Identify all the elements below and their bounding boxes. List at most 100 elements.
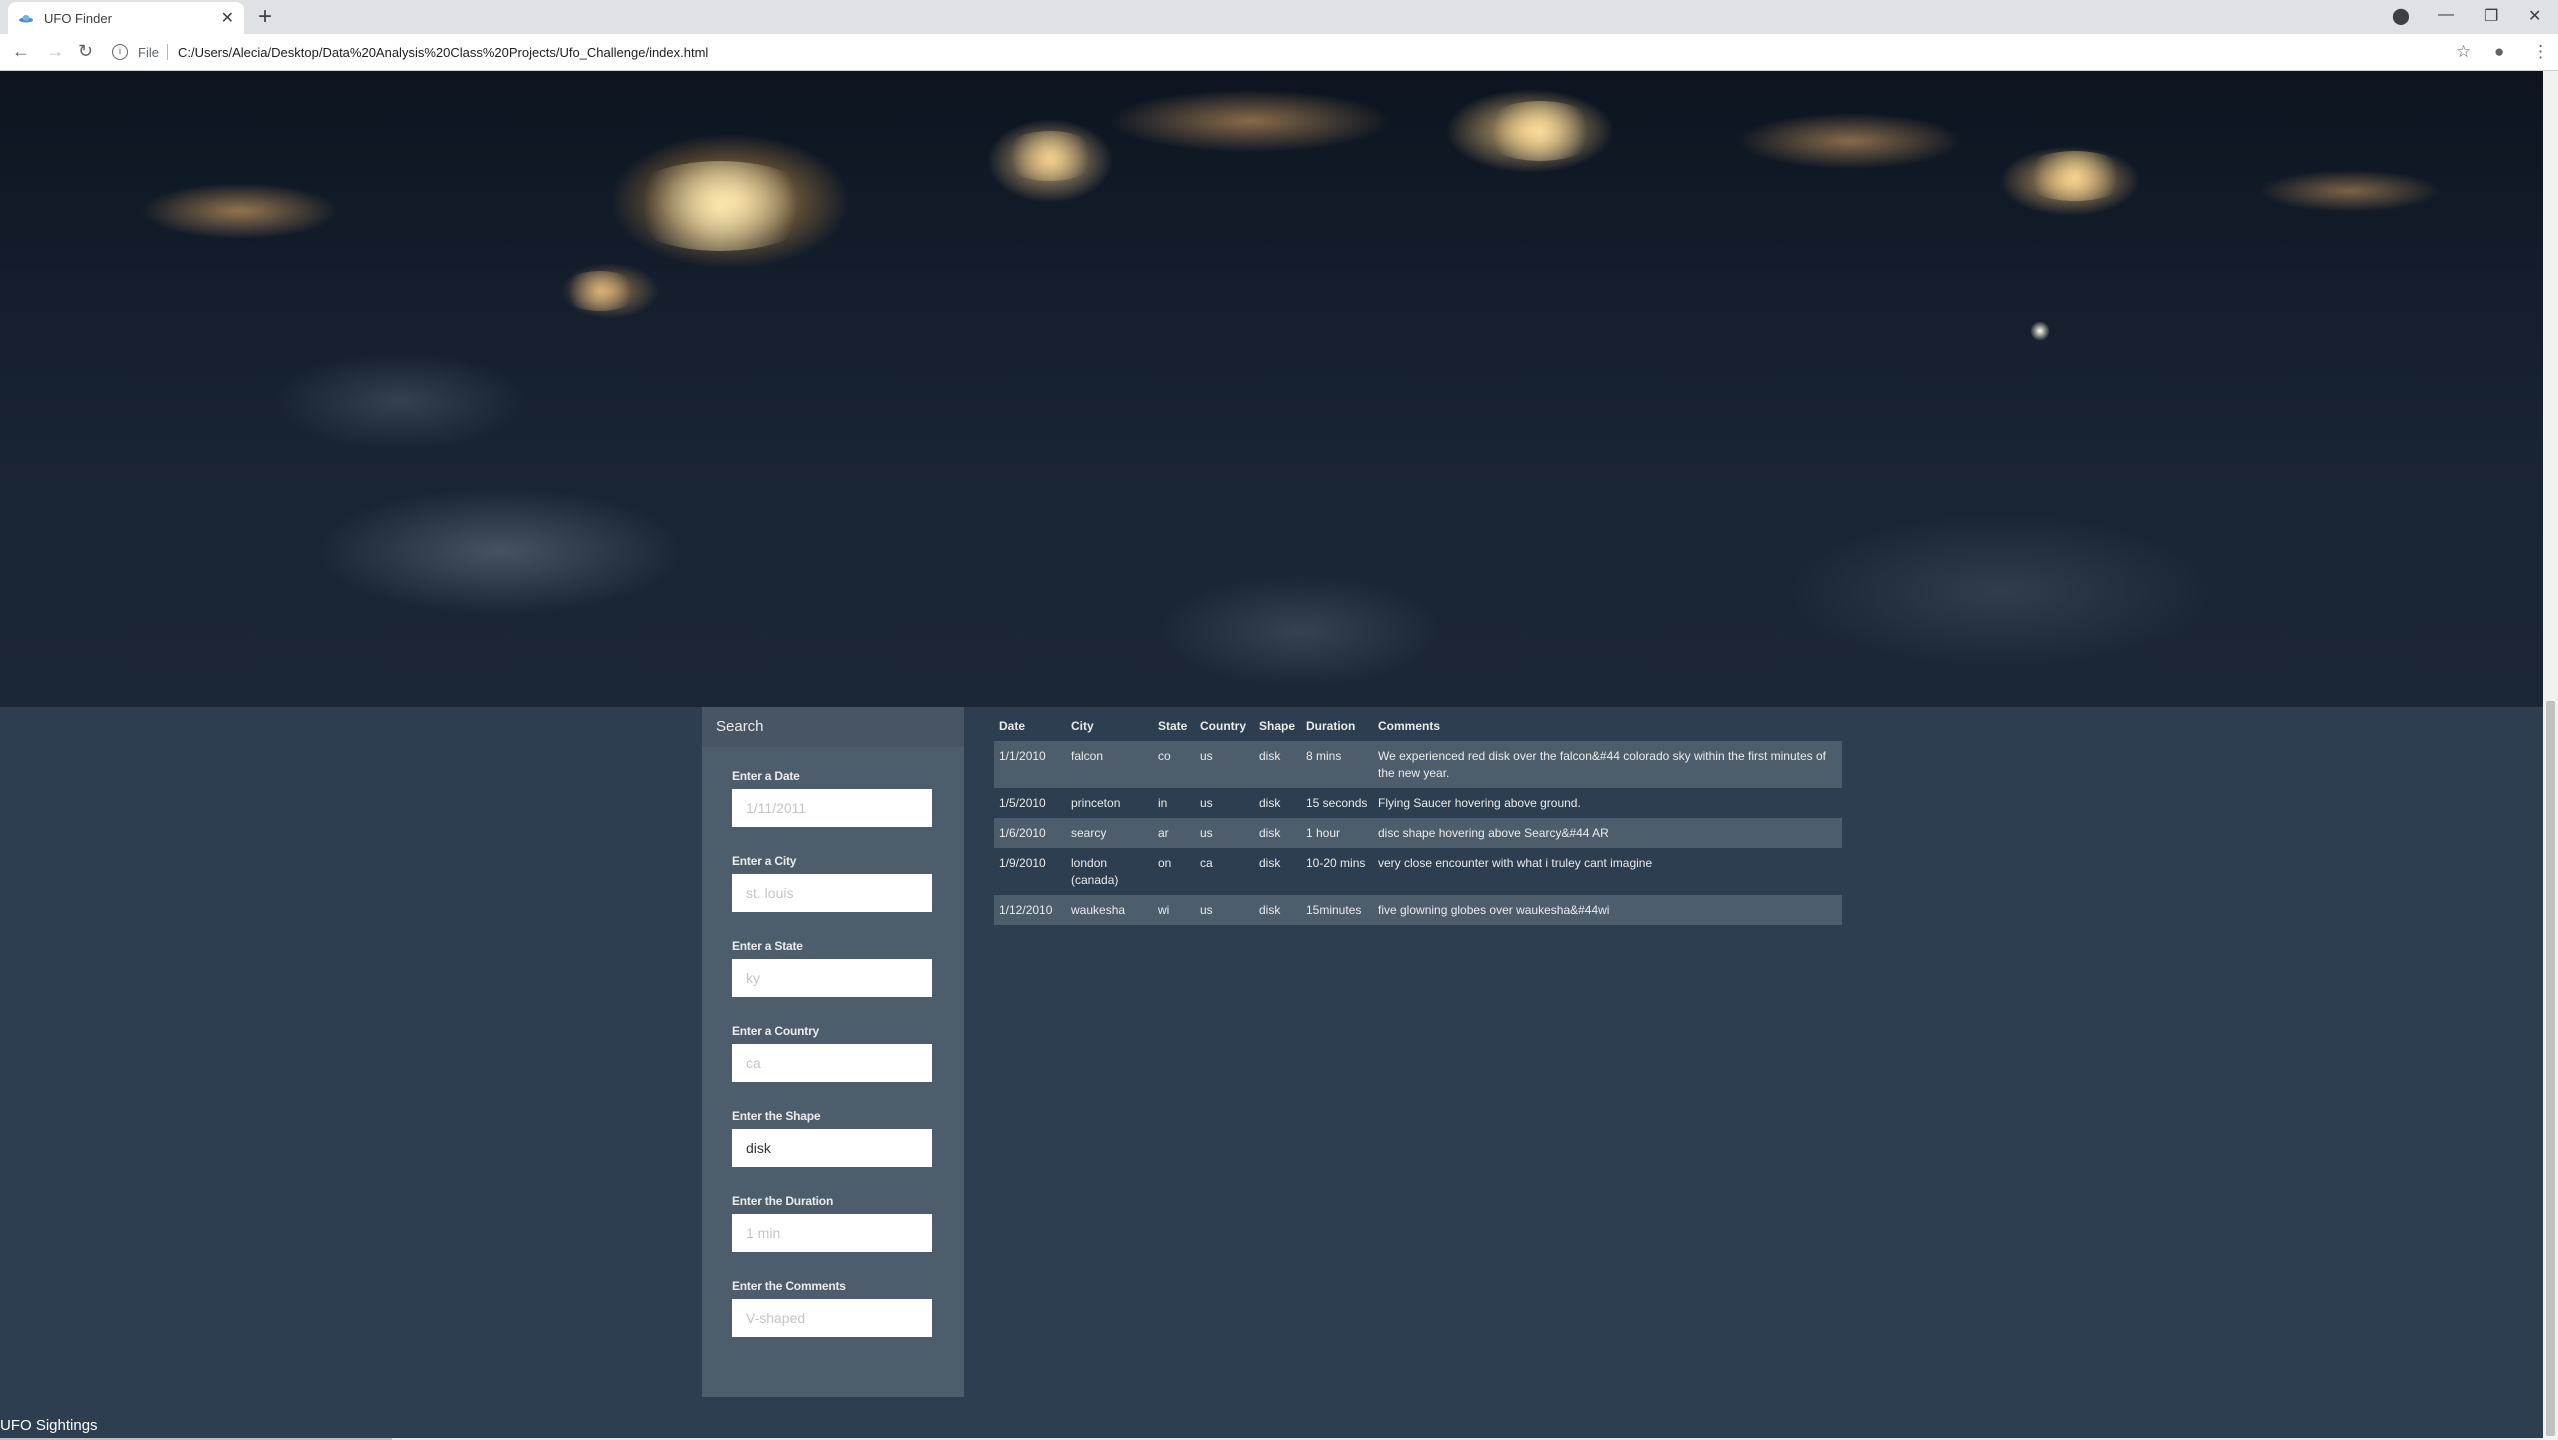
tab-bar: UFO Finder ✕ + ⬤ — ❐ ✕ [0, 0, 2558, 34]
restore-icon[interactable]: ❐ [2484, 6, 2498, 26]
col-city: City [1071, 719, 1094, 733]
profile-dropdown-icon[interactable]: ⬤ [2392, 6, 2410, 26]
back-arrow-icon[interactable]: ← [12, 41, 30, 62]
page-viewport: Search Enter a Date Enter a City Enter a… [0, 71, 2543, 1440]
cell-comments: disc shape hovering above Searcy&#44 AR [1373, 818, 1842, 848]
cell-shape: disk [1254, 741, 1301, 788]
cell-comments: very close encounter with what i truley … [1378, 856, 1653, 870]
account-icon[interactable]: ● [2494, 42, 2504, 62]
country-input[interactable] [732, 1044, 932, 1082]
table-header-row: Date City State Country Shape Duration C… [994, 707, 1842, 741]
cell-shape: disk [1254, 895, 1301, 925]
cell-state: ar [1153, 818, 1195, 848]
cell-date: 1/12/2010 [994, 895, 1066, 925]
shape-input[interactable] [732, 1129, 932, 1167]
cell-state: co [1153, 741, 1195, 788]
col-date: Date [999, 719, 1026, 733]
cell-country: us [1195, 741, 1254, 788]
cell-city: london (canada) [1071, 856, 1119, 887]
menu-kebab-icon[interactable]: ⋮ [2532, 42, 2549, 62]
cell-duration: 15minutes [1301, 895, 1373, 925]
filter-comments-group: Enter the Comments [732, 1279, 934, 1364]
vertical-scroll-thumb[interactable] [2546, 701, 2555, 1436]
country-label: Enter a Country [732, 1024, 820, 1038]
file-label: File [138, 44, 159, 60]
cell-city: waukesha [1066, 895, 1153, 925]
cell-shape: disk [1259, 796, 1281, 810]
duration-label: Enter the Duration [732, 1194, 834, 1208]
vertical-scrollbar[interactable] [2543, 71, 2558, 1440]
filter-state-group: Enter a State [732, 939, 934, 1024]
col-country: Country [1200, 719, 1246, 733]
footer-text: UFO Sightings [0, 1417, 98, 1434]
close-window-icon[interactable]: ✕ [2528, 6, 2541, 26]
date-input[interactable] [732, 789, 932, 827]
cell-shape: disk [1259, 856, 1281, 870]
cell-country: us [1195, 895, 1254, 925]
cell-duration: 15 seconds [1306, 796, 1368, 810]
filter-country-group: Enter a Country [732, 1024, 934, 1109]
reload-icon[interactable]: ↻ [78, 41, 93, 62]
cell-date: 1/9/2010 [999, 856, 1046, 870]
url-text[interactable]: C:/Users/Alecia/Desktop/Data%20Analysis%… [178, 45, 708, 60]
tab-ufo-finder[interactable]: UFO Finder ✕ [8, 2, 244, 34]
tab-title: UFO Finder [44, 10, 112, 26]
state-input[interactable] [732, 959, 932, 997]
cell-country: us [1200, 796, 1213, 810]
cell-city: princeton [1071, 796, 1121, 810]
info-icon[interactable]: i [112, 44, 128, 60]
minimize-icon[interactable]: — [2438, 6, 2454, 24]
col-shape: Shape [1259, 719, 1296, 733]
table-row: 1/1/2010 falcon co us disk 8 mins We exp… [994, 741, 1842, 788]
browser-toolbar: ← → ↻ i File C:/Users/Alecia/Desktop/Dat… [0, 34, 2558, 71]
cell-state: on [1158, 856, 1172, 870]
cell-date: 1/5/2010 [999, 796, 1046, 810]
address-bar[interactable]: i File C:/Users/Alecia/Desktop/Data%20An… [112, 40, 708, 64]
table-row: 1/5/2010 princeton in us disk 15 seconds… [994, 788, 1842, 818]
results-table-container: Date City State Country Shape Duration C… [994, 707, 1842, 925]
cell-duration: 8 mins [1301, 741, 1373, 788]
divider [166, 44, 168, 60]
col-duration: Duration [1306, 719, 1356, 733]
cell-state: in [1158, 796, 1168, 810]
new-tab-button[interactable]: + [258, 4, 272, 30]
close-tab-icon[interactable]: ✕ [221, 8, 234, 28]
table-row: 1/9/2010 london (canada) on ca disk 10-2… [994, 848, 1842, 895]
cell-comments: five glowning globes over waukesha&#44wi [1373, 895, 1842, 925]
cell-duration: 1 hour [1301, 818, 1373, 848]
filter-form: Enter a Date Enter a City Enter a State … [702, 747, 964, 1364]
cell-comments: Flying Saucer hovering above ground. [1378, 796, 1581, 810]
cell-state: wi [1153, 895, 1195, 925]
ufo-table: Date City State Country Shape Duration C… [994, 707, 1842, 925]
table-row: 1/6/2010 searcy ar us disk 1 hour disc s… [994, 818, 1842, 848]
cell-city: searcy [1066, 818, 1153, 848]
state-label: Enter a State [732, 939, 803, 953]
col-comments: Comments [1378, 719, 1441, 733]
shape-label: Enter the Shape [732, 1109, 821, 1123]
city-input[interactable] [732, 874, 932, 912]
cell-comments: We experienced red disk over the falcon&… [1373, 741, 1842, 788]
filter-date-group: Enter a Date [732, 769, 934, 854]
filter-city-group: Enter a City [732, 854, 934, 939]
duration-input[interactable] [732, 1214, 932, 1252]
cell-date: 1/6/2010 [994, 818, 1066, 848]
hero-night-earth-image [0, 71, 2543, 707]
cell-country: us [1195, 818, 1254, 848]
ufo-favicon-icon [19, 15, 33, 23]
filter-shape-group: Enter the Shape [732, 1109, 934, 1194]
date-label: Enter a Date [732, 769, 800, 783]
comments-input[interactable] [732, 1299, 932, 1337]
forward-arrow-icon[interactable]: → [46, 41, 64, 62]
panel-heading: Search [702, 707, 964, 747]
cell-date: 1/1/2010 [994, 741, 1066, 788]
table-row: 1/12/2010 waukesha wi us disk 15minutes … [994, 895, 1842, 925]
filter-panel: Search Enter a Date Enter a City Enter a… [702, 707, 964, 1397]
comments-label: Enter the Comments [732, 1279, 846, 1293]
filter-duration-group: Enter the Duration [732, 1194, 934, 1279]
col-state: State [1158, 719, 1188, 733]
cell-city: falcon [1066, 741, 1153, 788]
bookmark-star-icon[interactable]: ☆ [2456, 42, 2471, 62]
cell-duration: 10-20 mins [1306, 856, 1366, 870]
city-label: Enter a City [732, 854, 797, 868]
cell-country: ca [1200, 856, 1213, 870]
